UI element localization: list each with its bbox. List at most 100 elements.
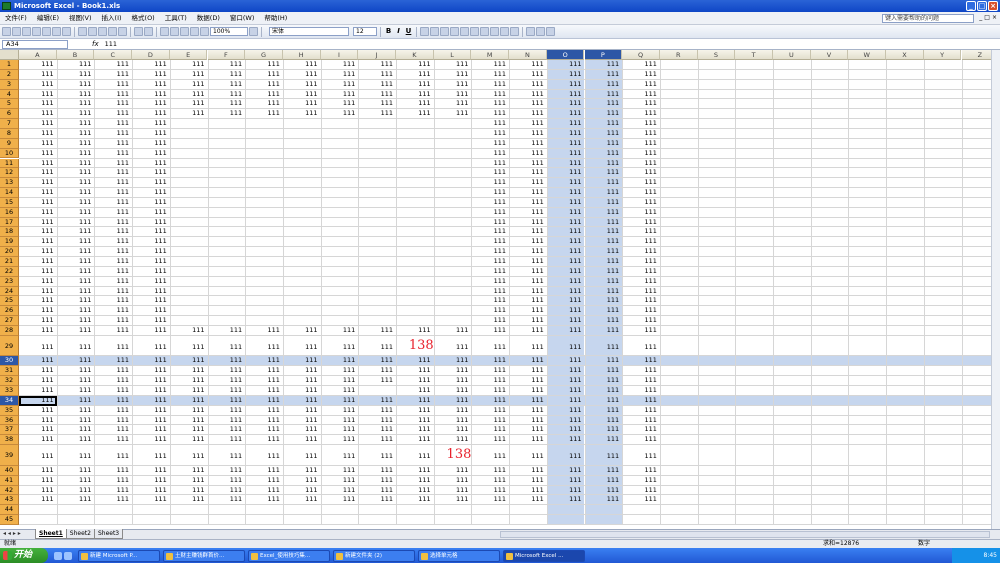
- row-header-25[interactable]: 25: [0, 296, 19, 307]
- vertical-scrollbar[interactable]: [991, 50, 1000, 529]
- cell-e37[interactable]: 111: [170, 425, 208, 435]
- cell-k3[interactable]: 111: [396, 80, 434, 90]
- cell-q21[interactable]: 111: [622, 257, 660, 267]
- toolbar-button-icon[interactable]: [510, 27, 519, 36]
- cell-o12[interactable]: 111: [547, 168, 585, 178]
- cell-l5[interactable]: 111: [434, 99, 472, 109]
- cell-n23[interactable]: 111: [509, 277, 547, 287]
- cell-p42[interactable]: 111: [585, 486, 623, 496]
- row-header-12[interactable]: 12: [0, 168, 19, 179]
- cell-l30[interactable]: 111: [434, 356, 472, 366]
- cell-l1[interactable]: 111: [434, 60, 472, 70]
- cell-b4[interactable]: 111: [57, 90, 95, 100]
- cell-d3[interactable]: 111: [132, 80, 170, 90]
- cell-n8[interactable]: 111: [509, 129, 547, 139]
- cell-k43[interactable]: 111: [396, 495, 434, 505]
- cell-b41[interactable]: 111: [57, 476, 95, 486]
- cell-q35[interactable]: 111: [622, 406, 660, 416]
- cell-q12[interactable]: 111: [622, 168, 660, 178]
- close-icon[interactable]: ×: [988, 1, 998, 11]
- cell-a28[interactable]: 111: [19, 326, 57, 336]
- column-header-z[interactable]: Z: [961, 50, 995, 60]
- cell-n9[interactable]: 111: [509, 139, 547, 149]
- cell-p7[interactable]: 111: [585, 119, 623, 129]
- cell-b9[interactable]: 111: [57, 139, 95, 149]
- quicklaunch-icon[interactable]: [54, 551, 62, 560]
- cell-n27[interactable]: 111: [509, 316, 547, 326]
- cell-c8[interactable]: 111: [94, 129, 132, 139]
- cell-p34[interactable]: 111: [585, 396, 623, 406]
- toolbar-button-icon[interactable]: [546, 27, 555, 36]
- cell-e3[interactable]: 111: [170, 80, 208, 90]
- cell-m23[interactable]: 111: [471, 277, 509, 287]
- cell-b37[interactable]: 111: [57, 425, 95, 435]
- cell-q16[interactable]: 111: [622, 208, 660, 218]
- cell-p43[interactable]: 111: [585, 495, 623, 505]
- font-size-combo[interactable]: 12: [353, 27, 377, 36]
- cell-e35[interactable]: 111: [170, 406, 208, 416]
- cell-b26[interactable]: 111: [57, 306, 95, 316]
- cell-c37[interactable]: 111: [94, 425, 132, 435]
- cell-d11[interactable]: 111: [132, 159, 170, 169]
- cell-m28[interactable]: 111: [471, 326, 509, 336]
- cell-a39[interactable]: 111: [19, 445, 57, 466]
- cell-h39[interactable]: 111: [283, 445, 321, 466]
- toolbar-button-icon[interactable]: [118, 27, 127, 36]
- row-header-11[interactable]: 11: [0, 158, 19, 169]
- quicklaunch-icon[interactable]: [64, 551, 72, 560]
- column-header-y[interactable]: Y: [923, 50, 962, 60]
- cell-j35[interactable]: 111: [358, 406, 396, 416]
- cell-a26[interactable]: 111: [19, 306, 57, 316]
- cell-c15[interactable]: 111: [94, 198, 132, 208]
- cell-d21[interactable]: 111: [132, 257, 170, 267]
- cell-o43[interactable]: 111: [547, 495, 585, 505]
- toolbar-button-icon[interactable]: [160, 27, 169, 36]
- cell-a7[interactable]: 111: [19, 119, 57, 129]
- cell-q24[interactable]: 111: [622, 287, 660, 297]
- cell-p37[interactable]: 111: [585, 425, 623, 435]
- cell-o17[interactable]: 111: [547, 218, 585, 228]
- toolbar-button-icon[interactable]: [42, 27, 51, 36]
- row-header-35[interactable]: 35: [0, 405, 19, 416]
- cell-q41[interactable]: 111: [622, 476, 660, 486]
- cell-k42[interactable]: 111: [396, 486, 434, 496]
- minimize-icon[interactable]: _: [966, 1, 976, 11]
- row-header-38[interactable]: 38: [0, 435, 19, 446]
- cell-i33[interactable]: 111: [321, 386, 359, 396]
- cell-i2[interactable]: 111: [321, 70, 359, 80]
- cell-e38[interactable]: 111: [170, 435, 208, 445]
- cell-f41[interactable]: 111: [208, 476, 246, 486]
- cell-q38[interactable]: 111: [622, 435, 660, 445]
- cell-i34[interactable]: 111: [321, 396, 359, 406]
- cell-o36[interactable]: 111: [547, 416, 585, 426]
- cell-c36[interactable]: 111: [94, 416, 132, 426]
- cell-n1[interactable]: 111: [509, 60, 547, 70]
- cell-m22[interactable]: 111: [471, 267, 509, 277]
- cell-g41[interactable]: 111: [245, 476, 283, 486]
- column-header-u[interactable]: U: [773, 50, 811, 60]
- cell-a6[interactable]: 111: [19, 109, 57, 119]
- cell-p35[interactable]: 111: [585, 406, 623, 416]
- cell-o7[interactable]: 111: [547, 119, 585, 129]
- cell-n25[interactable]: 111: [509, 296, 547, 306]
- cell-m43[interactable]: 111: [471, 495, 509, 505]
- cell-g31[interactable]: 111: [245, 366, 283, 376]
- cell-a38[interactable]: 111: [19, 435, 57, 445]
- cell-j43[interactable]: 111: [358, 495, 396, 505]
- cell-o32[interactable]: 111: [547, 376, 585, 386]
- cell-q25[interactable]: 111: [622, 296, 660, 306]
- cell-i31[interactable]: 111: [321, 366, 359, 376]
- cell-h40[interactable]: 111: [283, 466, 321, 476]
- cell-h35[interactable]: 111: [283, 406, 321, 416]
- cell-k30[interactable]: 111: [396, 356, 434, 366]
- row-header-24[interactable]: 24: [0, 286, 19, 297]
- toolbar-button-icon[interactable]: [52, 27, 61, 36]
- cell-f37[interactable]: 111: [208, 425, 246, 435]
- toolbar-button-icon[interactable]: [500, 27, 509, 36]
- cell-o37[interactable]: 111: [547, 425, 585, 435]
- cell-m25[interactable]: 111: [471, 296, 509, 306]
- cell-p25[interactable]: 111: [585, 296, 623, 306]
- cell-o29[interactable]: 111: [547, 336, 585, 357]
- cell-b12[interactable]: 111: [57, 168, 95, 178]
- row-header-43[interactable]: 43: [0, 495, 19, 506]
